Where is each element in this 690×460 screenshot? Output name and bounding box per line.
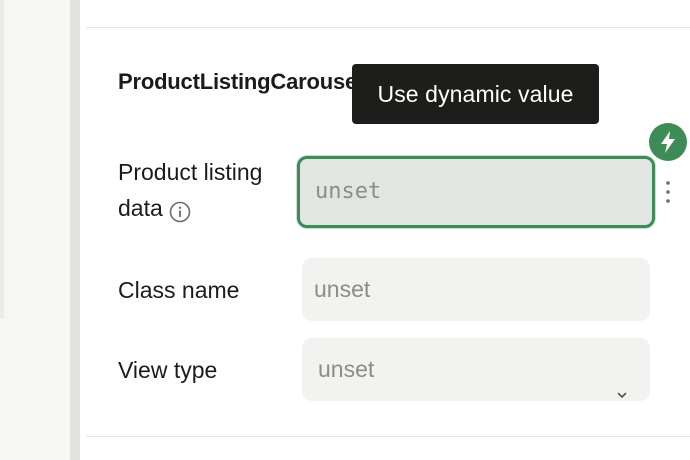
product-listing-label-line1: Product listing <box>118 159 263 185</box>
panel-divider[interactable] <box>70 0 80 460</box>
info-icon[interactable] <box>169 197 191 223</box>
left-canvas-edge <box>0 0 4 318</box>
chevron-down-icon <box>616 362 628 398</box>
bolt-icon[interactable] <box>649 123 687 161</box>
section-title: ProductListingCarousel <box>118 69 353 94</box>
class-name-label: Class name <box>118 277 240 303</box>
class-name-input[interactable]: unset <box>302 258 650 321</box>
view-type-value: unset <box>318 356 375 382</box>
left-canvas-area <box>0 0 70 460</box>
product-listing-value: unset <box>315 179 382 204</box>
section-separator-top <box>86 27 690 28</box>
section-separator-bottom <box>86 436 690 437</box>
view-type-label: View type <box>118 357 218 383</box>
product-listing-label: Product listing data <box>118 154 298 226</box>
product-listing-label-line2: data <box>118 195 163 221</box>
more-vertical-icon[interactable] <box>662 178 674 208</box>
class-name-value: unset <box>314 276 371 302</box>
dynamic-value-tooltip: Use dynamic value <box>352 64 599 124</box>
view-type-select[interactable]: unset <box>302 338 650 401</box>
product-listing-input[interactable]: unset <box>297 156 655 228</box>
